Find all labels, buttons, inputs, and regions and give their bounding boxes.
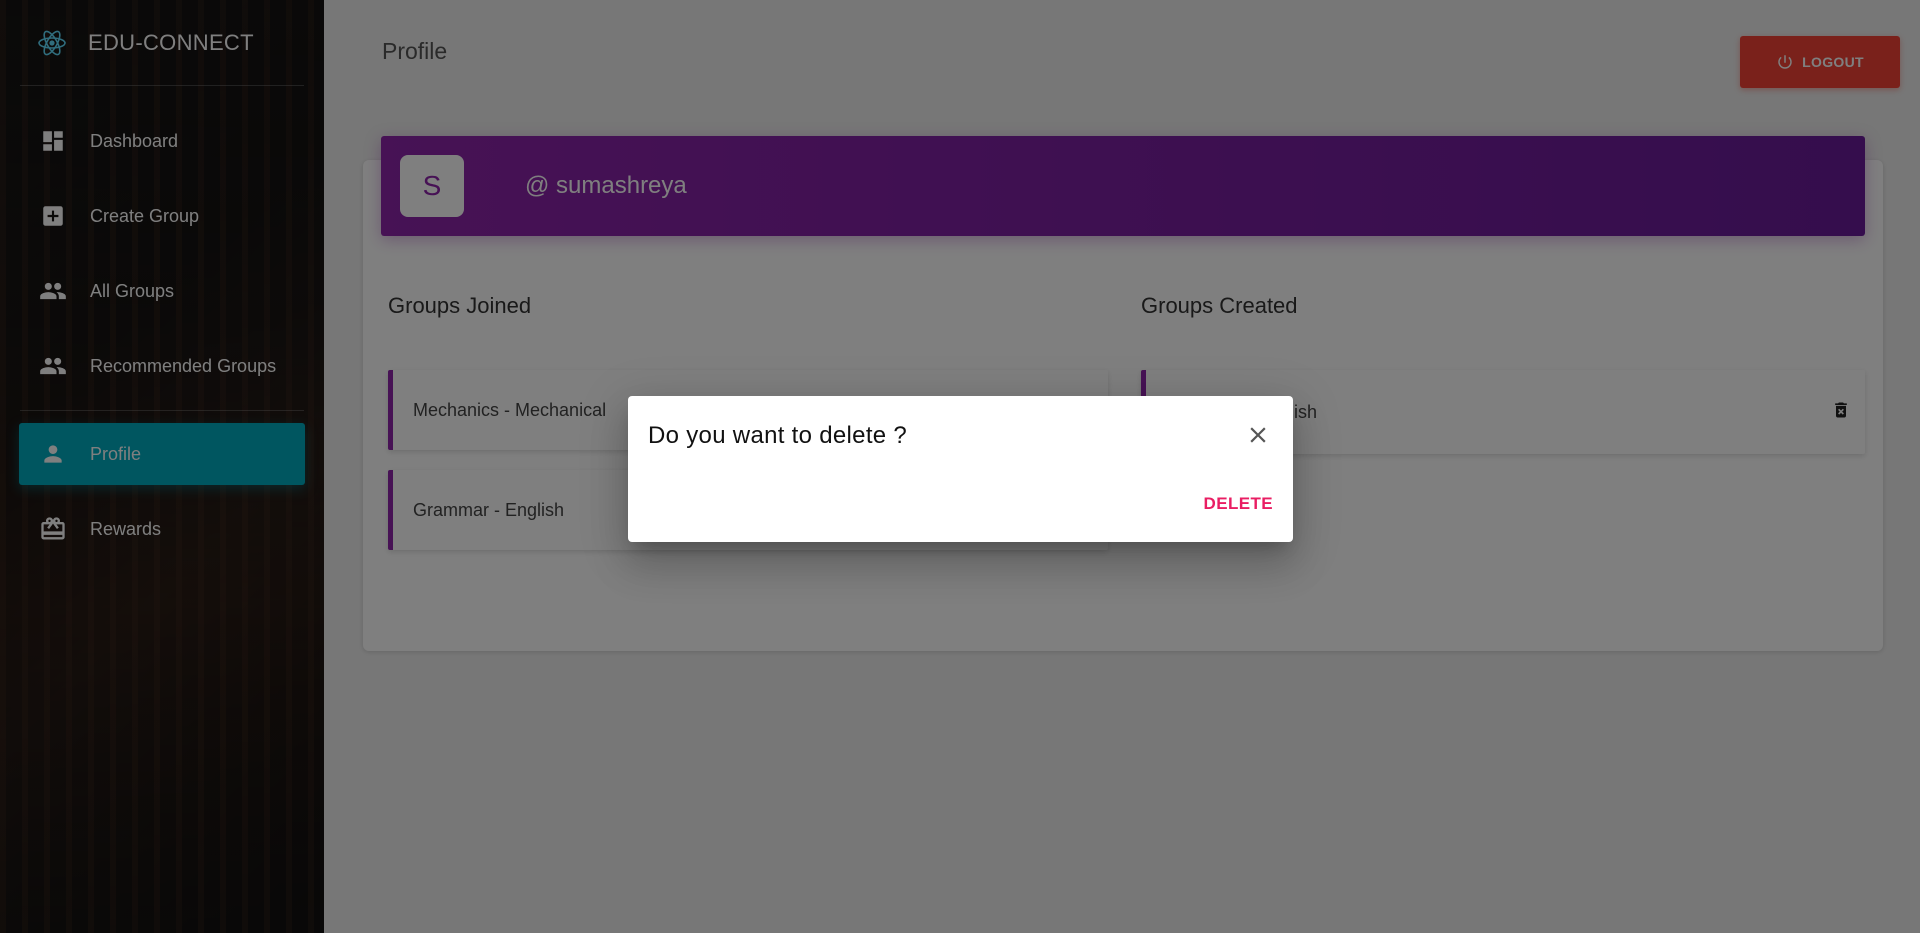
delete-confirm-dialog: Do you want to delete ? DELETE bbox=[628, 396, 1293, 542]
close-icon bbox=[1250, 427, 1266, 443]
delete-button[interactable]: DELETE bbox=[1204, 490, 1273, 518]
dialog-title: Do you want to delete ? bbox=[648, 422, 908, 449]
close-button[interactable] bbox=[1241, 418, 1275, 452]
